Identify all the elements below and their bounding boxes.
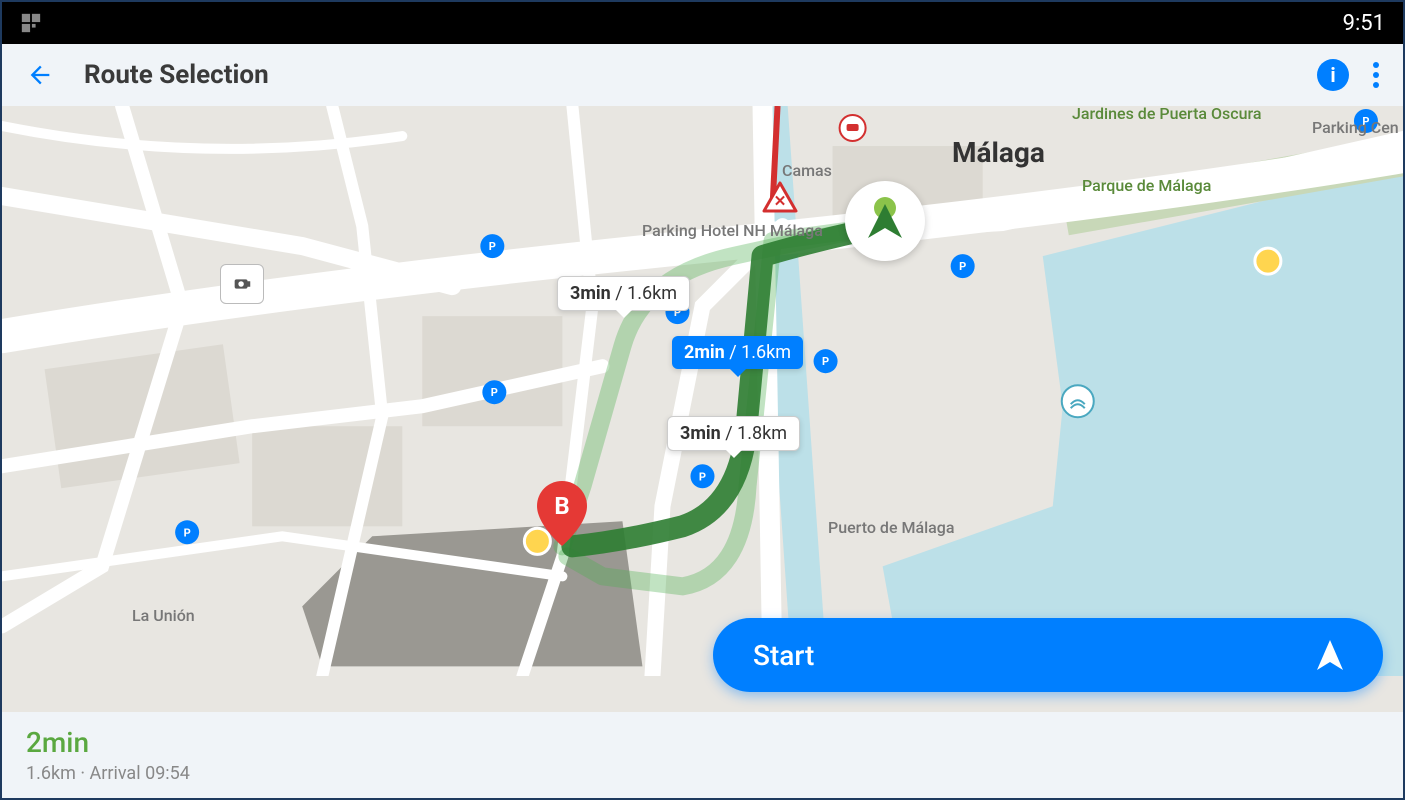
route-option-1[interactable]: 3min / 1.6km	[557, 276, 690, 311]
start-navigation-button[interactable]: Start	[713, 618, 1383, 692]
clock: 9:51	[1343, 11, 1385, 36]
svg-text:P: P	[822, 355, 829, 368]
route-option-3[interactable]: 3min / 1.8km	[667, 416, 800, 451]
map-label: Puerto de Málaga	[828, 518, 955, 537]
road-closure-icon: ✕	[762, 181, 798, 217]
status-bar: 9:51	[2, 2, 1403, 44]
map-label: La Unión	[132, 606, 195, 625]
eta-detail: 1.6km · Arrival 09:54	[26, 763, 1379, 784]
svg-text:P: P	[699, 470, 706, 483]
city-label: Málaga	[952, 136, 1045, 169]
map-label: Jardines de Puerta Oscura	[1072, 106, 1262, 123]
map-label: Parque de Málaga	[1082, 176, 1211, 195]
eta-duration: 2min	[26, 726, 1379, 759]
svg-text:B: B	[554, 492, 569, 520]
map-label: Camas	[782, 161, 832, 180]
map-label: Parking Cen	[1312, 118, 1399, 137]
route-option-2-selected[interactable]: 2min / 1.6km	[672, 336, 803, 369]
map-canvas[interactable]: P P P P P P P P ✕	[2, 106, 1403, 712]
svg-text:P: P	[491, 386, 498, 399]
app-header: Route Selection i	[2, 44, 1403, 106]
svg-text:✕: ✕	[774, 192, 787, 210]
svg-text:P: P	[184, 526, 191, 539]
svg-text:P: P	[959, 260, 966, 273]
parking-poi-icon: P	[175, 520, 199, 544]
start-button-label: Start	[753, 639, 814, 672]
svg-text:P: P	[489, 240, 496, 253]
page-title: Route Selection	[84, 60, 1287, 90]
map-label: Parking Hotel NH Málaga	[642, 221, 823, 240]
speed-camera-icon	[220, 264, 264, 304]
destination-pin: B	[537, 481, 587, 546]
app-icon	[20, 12, 42, 34]
current-location-marker	[845, 181, 925, 261]
overflow-menu-button[interactable]	[1373, 62, 1379, 88]
info-button[interactable]: i	[1317, 59, 1349, 91]
back-button[interactable]	[26, 61, 54, 89]
route-summary-footer: 2min 1.6km · Arrival 09:54	[2, 712, 1403, 798]
navigation-arrow-icon	[1317, 640, 1343, 670]
